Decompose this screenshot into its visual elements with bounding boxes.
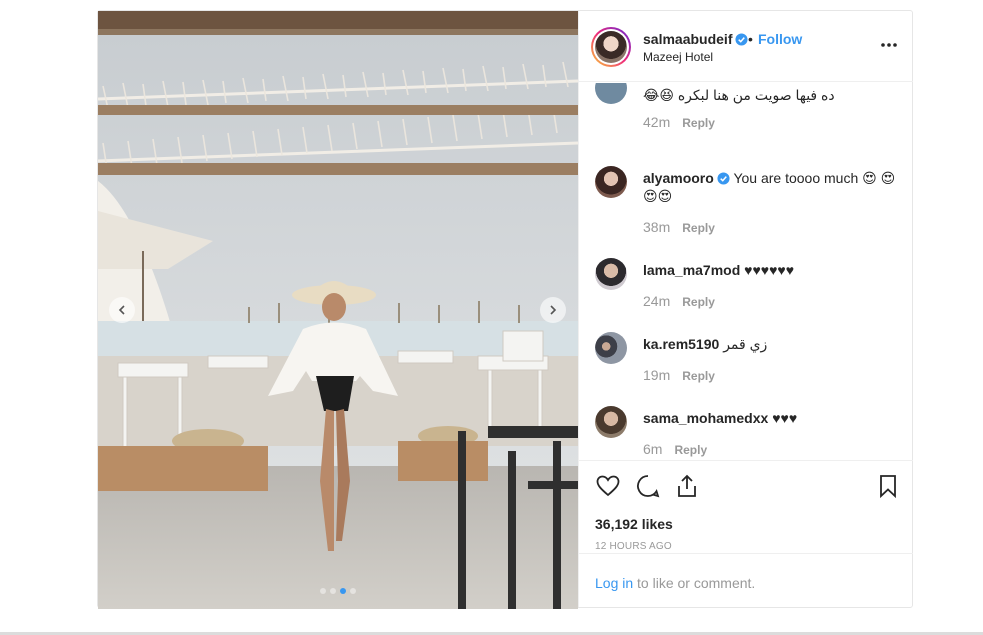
- header-separator: •: [748, 31, 753, 47]
- comment-time: 42m: [643, 114, 671, 130]
- comment-time: 6m: [643, 441, 663, 457]
- carousel-previous-button[interactable]: [109, 297, 135, 323]
- reply-button[interactable]: Reply: [682, 116, 715, 130]
- reply-button[interactable]: Reply: [682, 221, 715, 235]
- carousel-dot: [320, 588, 326, 594]
- post-photo-illustration: [98, 11, 578, 609]
- comment-body: lama_ma7mod ♥♥♥♥♥♥: [643, 261, 898, 279]
- commenter-avatar[interactable]: [595, 332, 627, 364]
- chevron-left-icon: [118, 305, 125, 315]
- comment-icon[interactable]: [635, 473, 661, 499]
- author-avatar[interactable]: [591, 27, 631, 67]
- comments-list[interactable]: ده فيها صويت من هنا لبكره 😆😂 42m Reply al…: [579, 83, 913, 459]
- login-prompt-text: Log in to like or comment.: [595, 575, 755, 591]
- reply-button[interactable]: Reply: [674, 443, 707, 457]
- reply-button[interactable]: Reply: [682, 369, 715, 383]
- comment-meta: 24m Reply: [643, 293, 715, 309]
- comment-time: 24m: [643, 293, 671, 309]
- comment-username[interactable]: lama_ma7mod: [643, 262, 740, 278]
- verified-badge-icon: [735, 33, 749, 46]
- login-prompt-rest: to like or comment.: [633, 575, 756, 591]
- commenter-avatar[interactable]: [595, 166, 627, 198]
- comment-meta: 38m Reply: [643, 219, 715, 235]
- post-location[interactable]: Mazeej Hotel: [643, 50, 713, 64]
- commenter-avatar[interactable]: [595, 83, 627, 104]
- comment-username[interactable]: ka.rem5190: [643, 336, 719, 352]
- author-username-text: salmaabudeif: [643, 31, 733, 47]
- carousel-indicator: [98, 588, 578, 594]
- post-header: salmaabudeif • Follow Mazeej Hotel: [579, 11, 913, 82]
- bookmark-icon[interactable]: [875, 473, 901, 499]
- commenter-avatar[interactable]: [595, 258, 627, 290]
- comment-meta: 42m Reply: [643, 114, 715, 130]
- verified-badge-icon: [717, 172, 730, 185]
- share-icon[interactable]: [674, 473, 700, 499]
- comment-text: ♥♥♥: [772, 410, 798, 426]
- carousel-dot: [330, 588, 336, 594]
- more-options-icon[interactable]: [879, 35, 899, 55]
- comment-time: 38m: [643, 219, 671, 235]
- post-timestamp: 12 HOURS AGO: [595, 541, 672, 552]
- comment-body: alyamooro You are toooo much 😍 😍😍😍: [643, 169, 898, 205]
- chevron-right-icon: [550, 305, 557, 315]
- instagram-post: salmaabudeif • Follow Mazeej Hotel ده في…: [97, 10, 913, 609]
- author-username[interactable]: salmaabudeif: [643, 31, 749, 47]
- like-count[interactable]: 36,192 likes: [595, 516, 673, 532]
- comment-text: زي قمر: [723, 336, 768, 352]
- reply-button[interactable]: Reply: [682, 295, 715, 309]
- post-photo[interactable]: [98, 11, 578, 609]
- comment-username[interactable]: sama_mohamedxx: [643, 410, 768, 426]
- carousel-next-button[interactable]: [540, 297, 566, 323]
- comment-meta: 6m Reply: [643, 441, 707, 457]
- comment-username[interactable]: alyamooro: [643, 170, 714, 186]
- post-actions: 36,192 likes 12 HOURS AGO: [579, 460, 913, 553]
- comment-body: ka.rem5190 زي قمر: [643, 335, 898, 353]
- comment-body: sama_mohamedxx ♥♥♥: [643, 409, 898, 427]
- post-sidebar: salmaabudeif • Follow Mazeej Hotel ده في…: [578, 11, 913, 608]
- follow-button[interactable]: Follow: [758, 31, 802, 47]
- heart-icon[interactable]: [595, 473, 621, 499]
- comment-time: 19m: [643, 367, 671, 383]
- commenter-avatar[interactable]: [595, 406, 627, 438]
- carousel-dot: [350, 588, 356, 594]
- login-link[interactable]: Log in: [595, 575, 633, 591]
- carousel-dot-active: [340, 588, 346, 594]
- login-prompt: Log in to like or comment.: [579, 553, 913, 608]
- comment-meta: 19m Reply: [643, 367, 715, 383]
- comment-text: ♥♥♥♥♥♥: [744, 262, 795, 278]
- comment-text: ده فيها صويت من هنا لبكره 😆😂: [643, 87, 835, 103]
